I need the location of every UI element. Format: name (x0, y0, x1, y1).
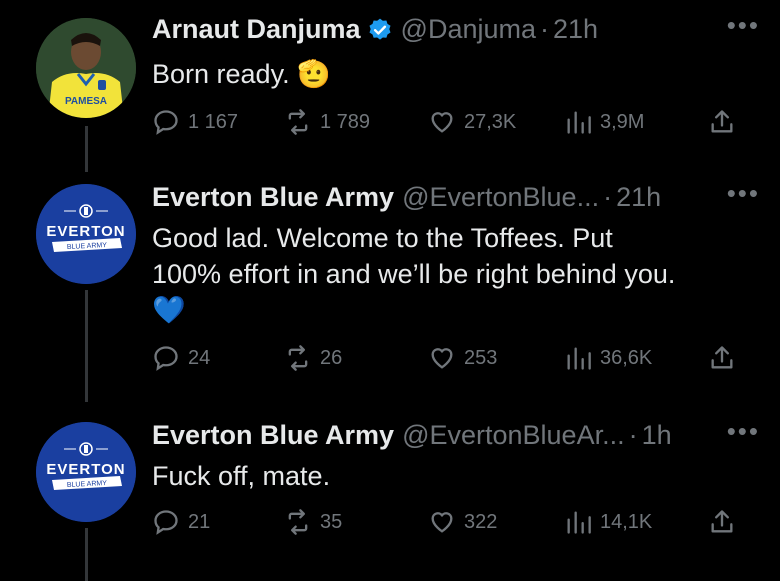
retweet-count: 26 (320, 346, 343, 369)
action-bar: 21 35 322 14,1K (152, 506, 752, 538)
like-icon (431, 512, 453, 533)
action-bar: 1 167 1 789 27,3K 3,9M (152, 106, 752, 138)
display-name[interactable]: Everton Blue Army (152, 182, 394, 213)
reply-count: 24 (188, 346, 211, 369)
views-icon (567, 111, 591, 134)
reply-count: 21 (188, 510, 211, 533)
tweet-header: Arnaut Danjuma @Danjuma · 21h (152, 14, 598, 45)
sponsor-logo: PAMESA (65, 96, 107, 107)
avatar[interactable]: EVERTON BLUE ARMY (36, 184, 136, 284)
reply-button[interactable]: 1 167 (152, 108, 238, 136)
retweet-icon (288, 345, 308, 371)
share-button[interactable] (708, 344, 736, 372)
tweet-everton-1[interactable]: EVERTON BLUE ARMY Everton Blue Army @Eve… (0, 172, 780, 402)
thread-line (85, 528, 88, 581)
reply-button[interactable]: 24 (152, 344, 210, 372)
thread-line (85, 290, 88, 402)
tweet-header: Everton Blue Army @EvertonBlueAr... · 1h (152, 420, 672, 451)
retweet-icon (288, 509, 308, 535)
action-bar: 24 26 253 36,6K (152, 342, 752, 374)
separator: · (540, 14, 549, 44)
reply-button[interactable]: 21 (152, 508, 210, 536)
tweet-text: Fuck off, mate. (152, 461, 331, 491)
like-count: 253 (464, 346, 498, 369)
tweet-header: Everton Blue Army @EvertonBlue... · 21h (152, 182, 661, 213)
tweet-text: Good lad. Welcome to the Toffees. Put 10… (152, 220, 675, 328)
user-handle[interactable]: @EvertonBlue... (402, 182, 599, 213)
views-icon (567, 347, 591, 370)
more-icon[interactable]: ••• (727, 416, 760, 447)
reply-icon (154, 110, 178, 135)
views-button[interactable]: 3,9M (564, 108, 644, 136)
everton-logo: EVERTON BLUE ARMY (36, 422, 136, 522)
timestamp[interactable]: 21h (616, 182, 661, 213)
timestamp[interactable]: 1h (642, 420, 672, 451)
avatar[interactable]: EVERTON BLUE ARMY (36, 422, 136, 522)
avatar[interactable]: PAMESA (36, 18, 136, 118)
logo-word: EVERTON (46, 461, 125, 478)
retweet-count: 35 (320, 510, 343, 533)
tweet-text-line: 100% effort in and we’ll be right behind… (152, 259, 676, 289)
heart-emoji: 💙 (152, 295, 186, 325)
view-count: 14,1K (600, 510, 653, 533)
verified-badge-icon (367, 17, 393, 43)
tweet-text: Born ready. 🫡 (152, 59, 331, 89)
user-handle[interactable]: @EvertonBlueAr... (402, 420, 625, 451)
timestamp[interactable]: 21h (553, 14, 598, 45)
retweet-icon (288, 109, 308, 135)
like-icon (431, 112, 453, 133)
display-name[interactable]: Everton Blue Army (152, 420, 394, 451)
view-count: 3,9M (600, 110, 645, 133)
tweet-everton-2[interactable]: EVERTON BLUE ARMY Everton Blue Army @Eve… (0, 412, 780, 581)
share-button[interactable] (708, 508, 736, 536)
views-button[interactable]: 14,1K (564, 508, 652, 536)
reply-count: 1 167 (188, 110, 239, 133)
separator: · (603, 182, 613, 212)
views-button[interactable]: 36,6K (564, 344, 652, 372)
more-icon[interactable]: ••• (727, 178, 760, 209)
separator: · (628, 420, 638, 450)
like-button[interactable]: 322 (428, 508, 497, 536)
views-icon (567, 511, 591, 534)
share-icon (711, 110, 733, 133)
like-icon (431, 348, 453, 369)
retweet-button[interactable]: 26 (284, 344, 342, 372)
tweet-text-line: Good lad. Welcome to the Toffees. Put (152, 223, 613, 253)
reply-icon (154, 346, 178, 371)
share-icon (711, 346, 733, 369)
like-button[interactable]: 27,3K (428, 108, 516, 136)
display-name[interactable]: Arnaut Danjuma (152, 14, 361, 45)
retweet-count: 1 789 (320, 110, 371, 133)
like-count: 322 (464, 510, 498, 533)
tweet-danjuma[interactable]: PAMESA Arnaut Danjuma @Danjuma · 21h •••… (0, 0, 780, 172)
thread-line (85, 126, 88, 172)
player-photo: PAMESA (36, 18, 136, 118)
more-icon[interactable]: ••• (727, 10, 760, 41)
share-icon (711, 510, 733, 533)
reply-icon (154, 510, 178, 535)
like-button[interactable]: 253 (428, 344, 497, 372)
user-handle[interactable]: @Danjuma (401, 14, 536, 45)
view-count: 36,6K (600, 346, 653, 369)
everton-logo: EVERTON BLUE ARMY (36, 184, 136, 284)
like-count: 27,3K (464, 110, 517, 133)
retweet-button[interactable]: 35 (284, 508, 342, 536)
logo-word: EVERTON (46, 223, 125, 240)
retweet-button[interactable]: 1 789 (284, 108, 370, 136)
share-button[interactable] (708, 108, 736, 136)
